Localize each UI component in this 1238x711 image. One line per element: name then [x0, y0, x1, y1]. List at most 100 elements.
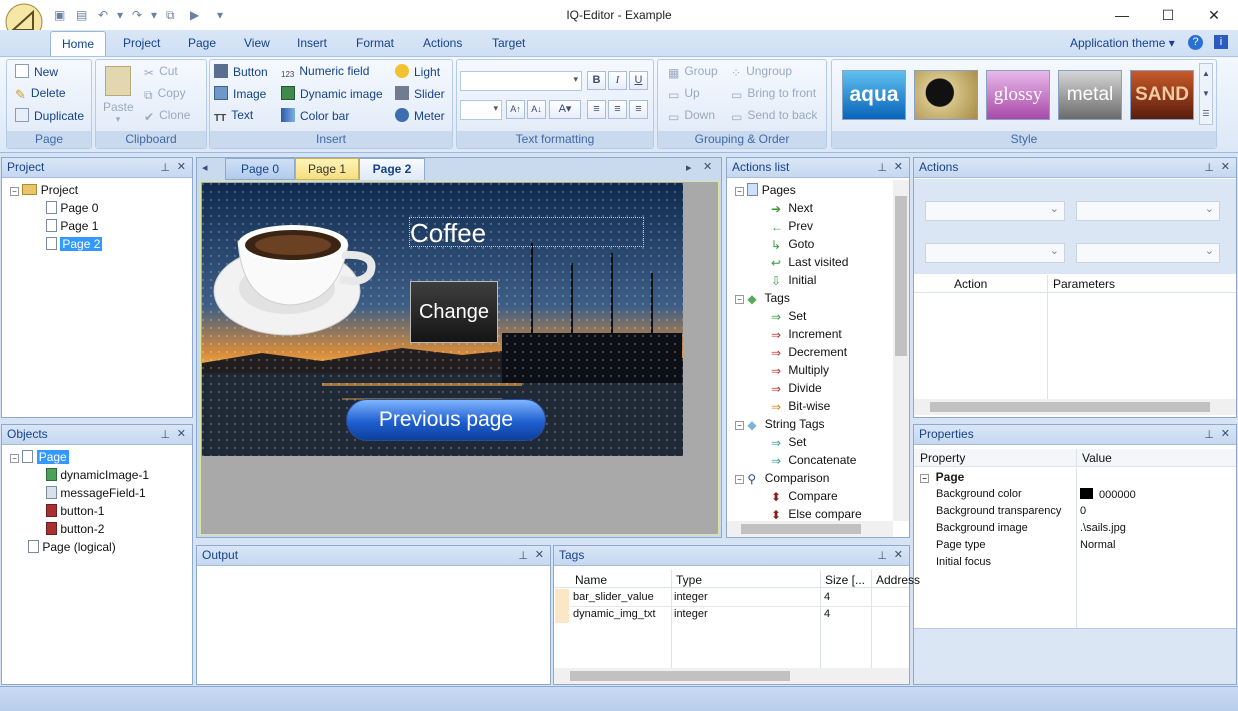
align-center-button[interactable]: ≡: [608, 100, 627, 119]
action-string-set[interactable]: ⇒ Set: [771, 435, 806, 450]
pin-icon[interactable]: ⊥: [877, 161, 887, 174]
ungroup-button[interactable]: ⁘ Ungroup: [731, 64, 792, 80]
action-type-combo[interactable]: [925, 243, 1065, 263]
font-family-combo[interactable]: ▾: [460, 71, 582, 91]
prop-background-image-value[interactable]: .\sails.jpg: [1080, 522, 1126, 534]
tag-row-1-size[interactable]: 4: [824, 591, 830, 603]
style-swatch-aqua[interactable]: aqua: [842, 70, 906, 120]
tab-home[interactable]: Home: [50, 31, 106, 57]
insert-text-button[interactable]: TT Text: [214, 108, 253, 127]
grow-font-button[interactable]: A↑: [506, 100, 525, 119]
tag-row-2-name[interactable]: dynamic_img_txt: [573, 608, 656, 620]
action-compare[interactable]: ⬍ Compare: [771, 489, 838, 504]
tag-row-2-size[interactable]: 4: [824, 608, 830, 620]
action-prev[interactable]: ← Prev: [771, 219, 813, 234]
undo-dropdown-icon[interactable]: ▾: [117, 8, 123, 22]
align-right-button[interactable]: ≡: [629, 100, 648, 119]
insert-button-button[interactable]: Button: [214, 64, 268, 79]
action-decrement[interactable]: ⇒ Decrement: [771, 345, 847, 360]
insert-meter-button[interactable]: Meter: [395, 108, 445, 123]
action-increment[interactable]: ⇒ Increment: [771, 327, 842, 342]
pin-icon[interactable]: ⊥: [1204, 161, 1214, 174]
action-concatenate[interactable]: ⇒ Concatenate: [771, 453, 856, 468]
action-event-combo[interactable]: [1076, 201, 1220, 221]
change-button[interactable]: Change: [410, 281, 498, 343]
underline-button[interactable]: U: [629, 71, 648, 90]
action-divide[interactable]: ⇒ Divide: [771, 381, 822, 396]
action-group-tags[interactable]: − ◆ Tags: [735, 291, 790, 306]
scroll-thumb[interactable]: [741, 524, 861, 534]
doc-tab-page-1[interactable]: Page 1: [295, 158, 359, 180]
close-icon[interactable]: ✕: [894, 160, 903, 173]
style-swatch-photo[interactable]: [914, 70, 978, 120]
close-icon[interactable]: ✕: [535, 548, 544, 561]
pin-icon[interactable]: ⊥: [160, 161, 170, 174]
insert-dynamic-image-button[interactable]: Dynamic image: [281, 86, 383, 101]
close-icon[interactable]: ✕: [894, 548, 903, 561]
col-size[interactable]: Size [...: [825, 573, 865, 587]
col-name[interactable]: Name: [575, 573, 607, 587]
cut-button[interactable]: ✂ Cut: [144, 64, 178, 80]
send-to-back-button[interactable]: ▭ Send to back: [731, 108, 817, 124]
scroll-thumb[interactable]: [895, 196, 907, 356]
tab-actions[interactable]: Actions: [423, 36, 462, 50]
close-icon[interactable]: ✕: [177, 160, 186, 173]
tab-scroll-right-icon[interactable]: ▸: [686, 161, 692, 174]
doc-tab-page-2[interactable]: Page 2: [359, 158, 425, 180]
prop-page-type-value[interactable]: Normal: [1080, 539, 1115, 551]
tag-row-1-name[interactable]: bar_slider_value: [573, 591, 654, 603]
col-action[interactable]: Action: [954, 277, 987, 291]
prop-background-color-value[interactable]: 000000: [1080, 488, 1136, 501]
close-button[interactable]: ✕: [1192, 4, 1236, 26]
action-set[interactable]: ⇒ Set: [771, 309, 806, 324]
save-icon[interactable]: ▣: [54, 8, 65, 22]
paste-button[interactable]: Paste ▾: [103, 66, 134, 130]
close-icon[interactable]: ✕: [1221, 160, 1230, 173]
shrink-font-button[interactable]: A↓: [527, 100, 546, 119]
duplicate-button[interactable]: Duplicate: [15, 108, 84, 123]
tree-item-page[interactable]: − Page: [10, 450, 69, 464]
info-icon[interactable]: i: [1214, 35, 1228, 49]
help-icon[interactable]: ?: [1188, 35, 1203, 50]
action-param-combo[interactable]: [1076, 243, 1220, 263]
customize-qat-icon[interactable]: ▾: [217, 8, 223, 22]
tree-item-page-logical[interactable]: Page (logical): [28, 540, 116, 554]
tab-insert[interactable]: Insert: [297, 36, 327, 50]
minimize-button[interactable]: —: [1100, 4, 1144, 26]
actions-list-hscroll[interactable]: [727, 521, 893, 537]
row-selector[interactable]: [555, 589, 569, 623]
tree-item-button-1[interactable]: button-1: [46, 504, 104, 518]
delete-button[interactable]: ✎ Delete: [15, 86, 66, 102]
prop-background-transparency-value[interactable]: 0: [1080, 505, 1086, 517]
tag-row-1-type[interactable]: integer: [674, 591, 708, 603]
insert-image-button[interactable]: Image: [214, 86, 266, 101]
action-goto[interactable]: ↳ Goto: [771, 237, 814, 252]
group-button[interactable]: ▦ Group: [668, 64, 718, 80]
scroll-thumb[interactable]: [570, 671, 790, 681]
pin-icon[interactable]: ⊥: [1204, 428, 1214, 441]
tree-item-project[interactable]: − Project: [10, 183, 78, 197]
tab-project[interactable]: Project: [123, 36, 160, 50]
action-bit-wise[interactable]: ⇒ Bit-wise: [771, 399, 830, 414]
col-address[interactable]: Address: [876, 573, 920, 587]
insert-light-button[interactable]: Light: [395, 64, 440, 79]
copy-window-icon[interactable]: ⧉: [166, 8, 175, 23]
col-parameters[interactable]: Parameters: [1053, 277, 1115, 291]
undo-icon[interactable]: ↶: [98, 8, 108, 22]
action-last-visited[interactable]: ↩ Last visited: [771, 255, 848, 270]
tab-page[interactable]: Page: [188, 36, 216, 50]
pin-icon[interactable]: ⊥: [877, 549, 887, 562]
tree-item-button-2[interactable]: button-2: [46, 522, 104, 536]
redo-icon[interactable]: ↷: [132, 8, 142, 22]
previous-page-button[interactable]: Previous page: [346, 399, 546, 441]
down-button[interactable]: ▭ Down: [668, 108, 715, 124]
clone-button[interactable]: ✔ Clone: [144, 108, 190, 124]
new-button[interactable]: New: [15, 64, 58, 79]
actions-list-vscroll[interactable]: [893, 180, 909, 521]
style-swatch-metal[interactable]: metal: [1058, 70, 1122, 120]
action-group-comparison[interactable]: − ⚲ Comparison: [735, 471, 829, 486]
col-type[interactable]: Type: [676, 573, 702, 587]
style-gallery-scroll[interactable]: ▲ ▼ ☰: [1199, 63, 1213, 125]
tag-row-2-type[interactable]: integer: [674, 608, 708, 620]
tree-item-message-field[interactable]: messageField-1: [46, 486, 146, 500]
